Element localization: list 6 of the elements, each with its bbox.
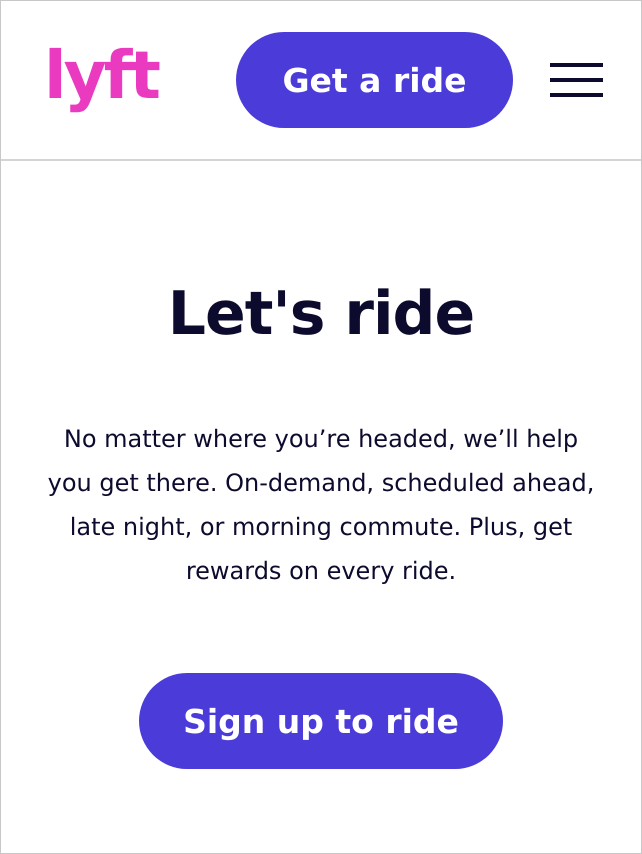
get-a-ride-button[interactable]: Get a ride [236, 32, 513, 128]
sign-up-button[interactable]: Sign up to ride [139, 673, 503, 769]
menu-icon[interactable] [550, 63, 603, 97]
lyft-logo[interactable]: lyft [44, 40, 164, 112]
page-heading: Let's ride [168, 279, 474, 349]
intro-paragraph: No matter where you’re headed, we’ll help you get there. On-demand, scheduled ahead, late night, or morning commute. Plus, get rewards on every ride. [46, 424, 596, 587]
